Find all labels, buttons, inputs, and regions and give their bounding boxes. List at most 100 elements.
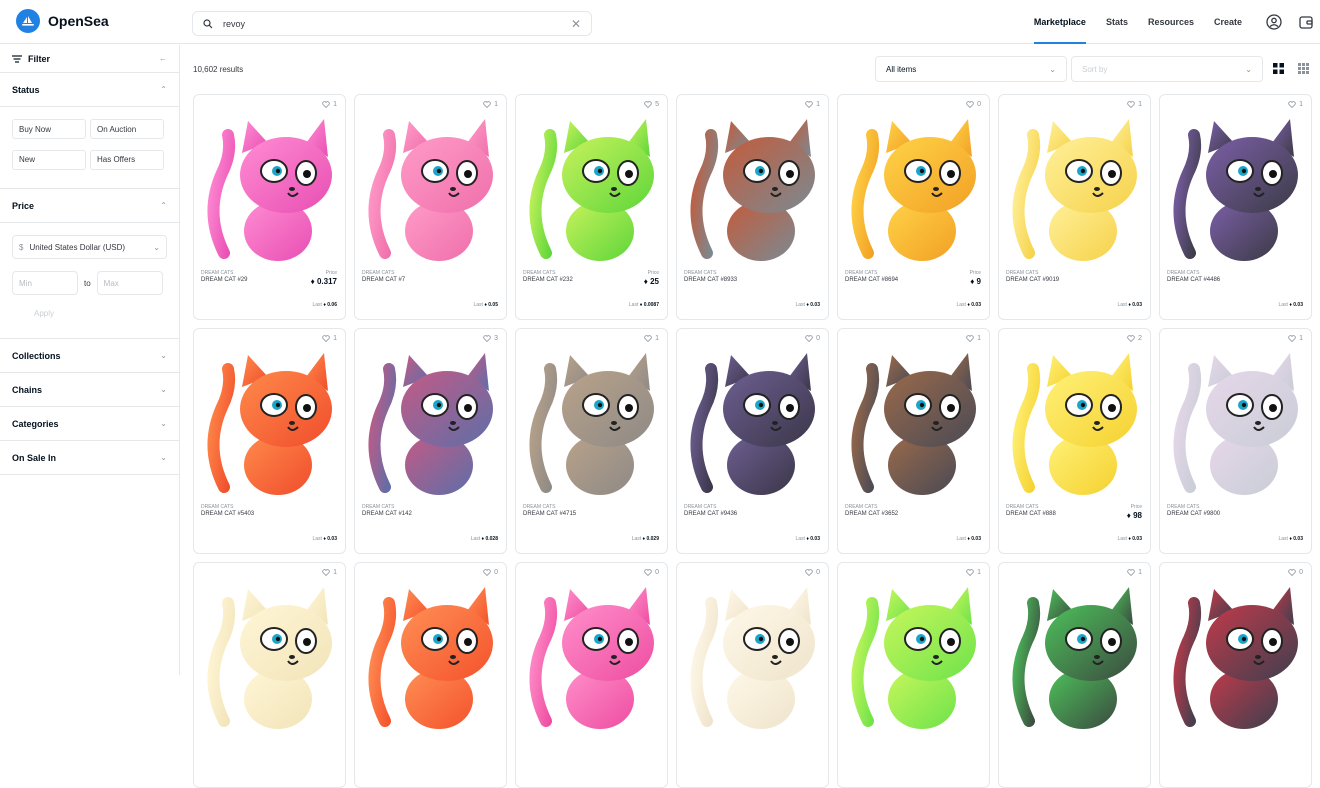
collection-name[interactable]: DREAM CATS	[523, 504, 555, 510]
collection-name[interactable]: DREAM CATS	[1167, 270, 1199, 276]
favorite-button[interactable]: 1	[966, 569, 981, 576]
nft-card[interactable]: 0 DREAM CATS DREAM CAT #8694 Price ♦ 9 Last ♦…	[837, 94, 990, 320]
nft-image[interactable]	[363, 113, 499, 263]
nft-card[interactable]: 2 DREAM CATS DREAM CAT #888 Price ♦ 98 Last ♦…	[998, 328, 1151, 554]
collection-name[interactable]: DREAM CATS	[362, 504, 394, 510]
nft-card[interactable]: 1	[837, 562, 990, 788]
nft-card[interactable]: 1 DREAM CATS DREAM CAT #8933 Last ♦ 0.03	[676, 94, 829, 320]
status-on-auction-button[interactable]: On Auction	[90, 119, 164, 139]
favorite-button[interactable]: 1	[1288, 335, 1303, 342]
nft-image[interactable]	[685, 347, 821, 497]
favorite-button[interactable]: 1	[322, 101, 337, 108]
items-select[interactable]: All items ⌄	[875, 56, 1067, 82]
nft-image[interactable]	[1007, 581, 1143, 731]
collection-name[interactable]: DREAM CATS	[1167, 504, 1199, 510]
nft-name[interactable]: DREAM CAT #142	[362, 511, 412, 517]
nft-name[interactable]: DREAM CAT #5403	[201, 511, 254, 517]
nav-stats[interactable]: Stats	[1106, 0, 1128, 44]
nft-name[interactable]: DREAM CAT #4715	[523, 511, 576, 517]
collection-name[interactable]: DREAM CATS	[201, 504, 233, 510]
nav-resources[interactable]: Resources	[1148, 0, 1194, 44]
nft-name[interactable]: DREAM CAT #7	[362, 277, 405, 283]
nft-name[interactable]: DREAM CAT #8933	[684, 277, 737, 283]
nft-card[interactable]: 1 DREAM CATS DREAM CAT #9800 Last ♦ 0.03	[1159, 328, 1312, 554]
status-has-offers-button[interactable]: Has Offers	[90, 149, 164, 170]
favorite-button[interactable]: 1	[483, 101, 498, 108]
nft-card[interactable]: 0	[515, 562, 668, 788]
favorite-button[interactable]: 1	[1127, 101, 1142, 108]
nft-card[interactable]: 1 DREAM CATS DREAM CAT #4486 Last ♦ 0.03	[1159, 94, 1312, 320]
favorite-button[interactable]: 0	[805, 335, 820, 342]
nft-image[interactable]	[685, 581, 821, 731]
nft-image[interactable]	[363, 347, 499, 497]
favorite-button[interactable]: 0	[805, 569, 820, 576]
favorite-button[interactable]: 0	[483, 569, 498, 576]
collection-name[interactable]: DREAM CATS	[362, 270, 394, 276]
favorite-button[interactable]: 1	[322, 569, 337, 576]
nft-image[interactable]	[524, 581, 660, 731]
nft-image[interactable]	[1168, 581, 1304, 731]
nft-card[interactable]: 0	[676, 562, 829, 788]
favorite-button[interactable]: 1	[1127, 569, 1142, 576]
nft-name[interactable]: DREAM CAT #9436	[684, 511, 737, 517]
profile-icon[interactable]	[1266, 14, 1282, 30]
arrow-left-icon[interactable]: ←	[159, 54, 167, 63]
favorite-button[interactable]: 1	[966, 335, 981, 342]
status-new-button[interactable]: New	[12, 149, 86, 170]
nft-card[interactable]: 1 DREAM CATS DREAM CAT #4715 Last ♦ 0.029	[515, 328, 668, 554]
nft-card[interactable]: 1	[998, 562, 1151, 788]
nft-image[interactable]	[685, 113, 821, 263]
nft-card[interactable]: 1 DREAM CATS DREAM CAT #5403 Last ♦ 0.03	[193, 328, 346, 554]
nft-image[interactable]	[1007, 347, 1143, 497]
favorite-button[interactable]: 0	[644, 569, 659, 576]
collection-name[interactable]: DREAM CATS	[684, 270, 716, 276]
nft-image[interactable]	[1168, 347, 1304, 497]
nft-image[interactable]	[524, 347, 660, 497]
search-bar[interactable]: ✕	[192, 11, 592, 36]
nft-card[interactable]: 1 DREAM CATS DREAM CAT #3652 Last ♦ 0.03	[837, 328, 990, 554]
nft-name[interactable]: DREAM CAT #9800	[1167, 511, 1220, 517]
grid-view-icon[interactable]	[1268, 58, 1288, 78]
favorite-button[interactable]: 1	[805, 101, 820, 108]
collection-name[interactable]: DREAM CATS	[201, 270, 233, 276]
chains-section[interactable]: Chains ⌄	[0, 373, 179, 407]
nft-image[interactable]	[202, 347, 338, 497]
favorite-button[interactable]: 1	[322, 335, 337, 342]
nft-name[interactable]: DREAM CAT #8694	[845, 277, 898, 283]
categories-section[interactable]: Categories ⌄	[0, 407, 179, 441]
nft-card[interactable]: 0	[1159, 562, 1312, 788]
favorite-button[interactable]: 2	[1127, 335, 1142, 342]
nft-card[interactable]: 5 DREAM CATS DREAM CAT #232 Price ♦ 25 Last ♦…	[515, 94, 668, 320]
collection-name[interactable]: DREAM CATS	[1006, 504, 1038, 510]
nft-image[interactable]	[202, 581, 338, 731]
favorite-button[interactable]: 3	[483, 335, 498, 342]
on-sale-in-section[interactable]: On Sale In ⌄	[0, 441, 179, 475]
nft-card[interactable]: 1 DREAM CATS DREAM CAT #29 Price ♦ 0.317 Last…	[193, 94, 346, 320]
nft-name[interactable]: DREAM CAT #232	[523, 277, 573, 283]
nft-card[interactable]: 0	[354, 562, 507, 788]
nft-image[interactable]	[524, 113, 660, 263]
nft-image[interactable]	[1168, 113, 1304, 263]
max-price-input[interactable]: Max	[96, 271, 163, 295]
apply-button[interactable]: Apply	[12, 309, 167, 318]
currency-select[interactable]: $ United States Dollar (USD) ⌄	[12, 235, 167, 259]
favorite-button[interactable]: 1	[644, 335, 659, 342]
nft-image[interactable]	[846, 347, 982, 497]
collection-name[interactable]: DREAM CATS	[1006, 270, 1038, 276]
logo[interactable]: OpenSea	[16, 9, 109, 33]
sort-select[interactable]: Sort by ⌄	[1071, 56, 1263, 82]
nft-card[interactable]: 3 DREAM CATS DREAM CAT #142 Last ♦ 0.028	[354, 328, 507, 554]
favorite-button[interactable]: 0	[1288, 569, 1303, 576]
nav-create[interactable]: Create	[1214, 0, 1242, 44]
price-section-header[interactable]: Price ⌃	[0, 189, 179, 223]
nft-name[interactable]: DREAM CAT #29	[201, 277, 247, 283]
favorite-button[interactable]: 5	[644, 101, 659, 108]
status-buy-now-button[interactable]: Buy Now	[12, 119, 86, 139]
favorite-button[interactable]: 0	[966, 101, 981, 108]
nft-card[interactable]: 0 DREAM CATS DREAM CAT #9436 Last ♦ 0.03	[676, 328, 829, 554]
wallet-icon[interactable]	[1298, 14, 1314, 30]
nft-image[interactable]	[846, 581, 982, 731]
nft-image[interactable]	[202, 113, 338, 263]
collection-name[interactable]: DREAM CATS	[845, 270, 877, 276]
min-price-input[interactable]: Min	[12, 271, 78, 295]
